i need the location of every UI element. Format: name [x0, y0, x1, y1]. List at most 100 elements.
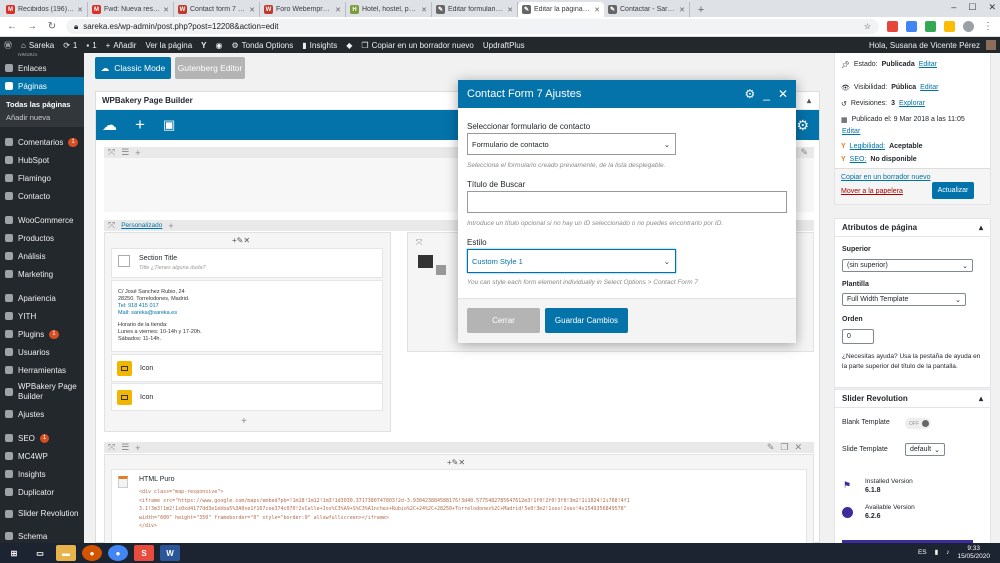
tab-close-icon[interactable]: ✕ [679, 6, 685, 14]
comments-link[interactable]: ▪ 1 [86, 41, 96, 50]
tonda-options-link[interactable]: ⚙ Tonda Options [231, 41, 293, 50]
template-select[interactable]: Full Width Template ⌄ [842, 293, 966, 306]
star-icon[interactable]: ☆ [864, 22, 871, 31]
wpbakery-icon[interactable]: ◉ [216, 41, 223, 50]
move-row-icon[interactable]: ⤧ [108, 220, 115, 231]
sidebar-item[interactable]: Análisis [0, 247, 84, 265]
update-button[interactable]: Actualizar [932, 182, 974, 199]
sidebar-item[interactable]: Comentarios 1 [0, 133, 84, 151]
back-icon[interactable]: ← [6, 21, 18, 32]
submenu-all-pages[interactable]: Todas las páginas [0, 98, 84, 111]
updraftplus-link[interactable]: UpdraftPlus [483, 41, 525, 50]
sidebar-item[interactable]: Páginas [0, 77, 84, 95]
word-icon[interactable]: W [160, 545, 180, 561]
clock-date[interactable]: 15/05/2020 [957, 553, 990, 561]
sidebar-item[interactable]: HubSpot [0, 151, 84, 169]
html-raw-element[interactable]: HTML Puro <div class="map-responsive"> <… [111, 469, 807, 543]
reload-icon[interactable]: ↻ [46, 21, 58, 32]
app-s-icon[interactable]: S [134, 545, 154, 561]
sidebar-item[interactable]: Apariencia [0, 289, 84, 307]
close-window-icon[interactable]: ✕ [988, 2, 996, 13]
sidebar-item[interactable]: YITH [0, 307, 84, 325]
sidebar-item[interactable]: Insights [0, 465, 84, 483]
row-layout-icon[interactable]: ☰ [121, 442, 129, 453]
blank-template-toggle[interactable]: OFF [905, 418, 931, 429]
network-icon[interactable]: ▮ [935, 549, 939, 557]
order-input[interactable]: 0 [842, 329, 874, 344]
profile-avatar[interactable] [963, 21, 974, 32]
builder-settings-icon[interactable]: ⚙ [796, 117, 819, 134]
taskview-icon[interactable]: ▭ [30, 545, 50, 561]
edit-date-link[interactable]: Editar [842, 128, 860, 135]
browser-tab[interactable]: ✎ Contactar - Sareka ✕ [604, 2, 690, 17]
new-tab-button[interactable]: + [694, 3, 708, 17]
icon-element-1[interactable]: Icon [111, 354, 383, 382]
view-page-link[interactable]: Ver la página [145, 41, 192, 50]
sidebar-item[interactable]: Contacto [0, 187, 84, 205]
column-controls[interactable]: +✎✕ [232, 236, 250, 245]
row-tools-icon[interactable]: ✎ [800, 147, 814, 158]
sidebar-item[interactable]: Ajustes [0, 405, 84, 423]
tab-close-icon[interactable]: ✕ [335, 6, 341, 14]
extension-icon-4[interactable] [944, 21, 955, 32]
sidebar-item[interactable]: Flamingo [0, 169, 84, 187]
url-field[interactable]: 🔒︎ sareka.es/wp-admin/post.php?post=1220… [66, 19, 879, 34]
sidebar-item[interactable]: Schema [0, 527, 84, 543]
wordpress-logo-icon[interactable]: Ⓦ [4, 40, 12, 51]
browser-tab[interactable]: ✎Editar formulario de contacto✕ [432, 2, 518, 17]
column-controls[interactable]: +✎✕ [447, 458, 465, 467]
search-title-input[interactable] [467, 191, 787, 213]
sidebar-item[interactable]: Slider Revolution [0, 501, 84, 527]
extension-icon-3[interactable] [925, 21, 936, 32]
row-label[interactable]: Personalizado [121, 222, 162, 229]
minimize-icon[interactable]: – [951, 2, 956, 13]
row-tools-icons[interactable]: ✎❐✕ [767, 442, 814, 453]
sidebar-item[interactable]: SEO 1 [0, 429, 84, 447]
modal-close-icon[interactable]: ✕ [778, 87, 788, 101]
extension-icon-2[interactable] [906, 21, 917, 32]
contact-form-element-icon[interactable] [418, 255, 433, 268]
user-greeting[interactable]: Hola, Susana de Vicente Pérez [869, 41, 980, 50]
classic-mode-button[interactable]: ☁ Classic Mode [95, 57, 171, 79]
submenu-add-new[interactable]: Añadir nueva [0, 111, 84, 124]
explore-revisions-link[interactable]: Explorar [899, 100, 925, 107]
chrome-icon[interactable]: ● [108, 545, 128, 561]
tab-close-icon[interactable]: ✕ [421, 6, 427, 14]
maximize-icon[interactable]: ☐ [968, 2, 976, 13]
add-element-icon[interactable]: + [135, 115, 145, 135]
copy-draft-link[interactable]: ❐ Copiar en un borrador nuevo [361, 41, 473, 50]
browser-menu-icon[interactable]: ⋮ [982, 21, 994, 32]
icon-element-2[interactable]: Icon [111, 383, 383, 411]
section-title-element[interactable]: Section Title Title ¿Tienes alguna duda? [111, 248, 383, 278]
templates-icon[interactable]: ▣ [163, 117, 175, 133]
page-attributes-header[interactable]: Atributos de página ▴ [835, 219, 990, 237]
tab-close-icon[interactable]: ✕ [507, 6, 513, 14]
file-explorer-icon[interactable]: ▬ [56, 545, 76, 561]
collapse-icon[interactable]: ▴ [807, 96, 819, 105]
tab-close-icon[interactable]: ✕ [249, 6, 255, 14]
start-icon[interactable]: ⊞ [4, 545, 24, 561]
sidebar-item[interactable]: Herramientas [0, 361, 84, 379]
sidebar-item[interactable]: Duplicator [0, 483, 84, 501]
modal-settings-icon[interactable]: ⚙ [744, 87, 755, 101]
sidebar-item[interactable]: Usuarios [0, 343, 84, 361]
sidebar-item[interactable]: WPBakery Page Builder [0, 379, 84, 405]
sidebar-item[interactable]: Enlaces [0, 59, 84, 77]
user-avatar[interactable] [986, 40, 996, 50]
yoast-icon[interactable]: Y [201, 41, 206, 50]
browser-tab[interactable]: WForo Webempresa – Foro We✕ [260, 2, 346, 17]
move-row-icon[interactable]: ⤧ [108, 147, 115, 158]
browser-tab[interactable]: MFwd: Nueva respuesta a: Co✕ [88, 2, 174, 17]
sidebar-item[interactable]: Marketing [0, 265, 84, 283]
style-dropdown[interactable]: Custom Style 1 ⌄ [467, 249, 676, 273]
extension-icon-1[interactable] [887, 21, 898, 32]
tab-close-icon[interactable]: ✕ [77, 6, 83, 14]
add-new-link[interactable]: + Añadir [106, 41, 137, 50]
sidebar-item[interactable]: Productos [0, 229, 84, 247]
sidebar-item[interactable]: WooCommerce [0, 211, 84, 229]
sidebar-item[interactable]: Plugins 1 [0, 325, 84, 343]
edit-status-link[interactable]: Editar [919, 61, 937, 68]
move-column-icon[interactable]: ⤧ [416, 238, 422, 248]
parent-select[interactable]: (sin superior) ⌄ [842, 259, 973, 272]
row-layout-icon[interactable]: ☰ [121, 147, 129, 158]
